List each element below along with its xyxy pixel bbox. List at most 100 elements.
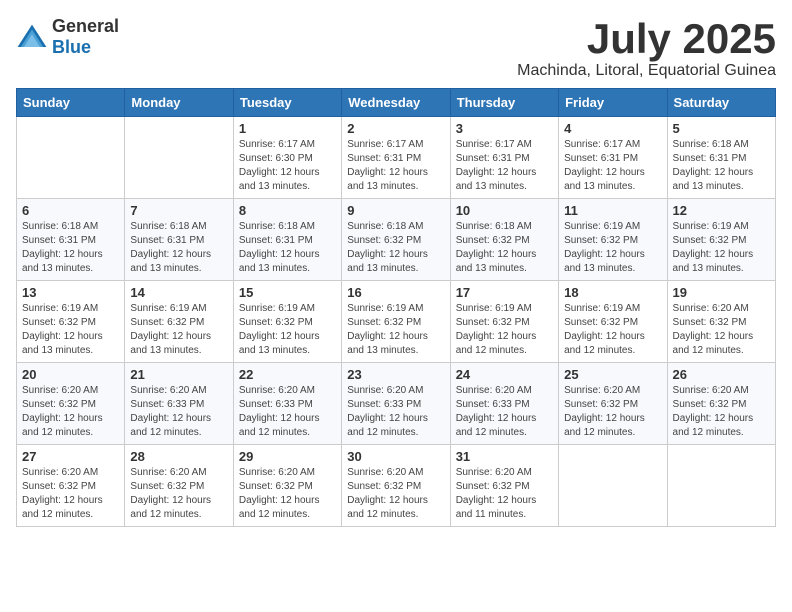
- day-number: 15: [239, 285, 336, 300]
- calendar-cell: 25 Sunrise: 6:20 AM Sunset: 6:32 PM Dayli…: [559, 363, 667, 445]
- logo-icon: [16, 23, 48, 51]
- day-detail: Sunrise: 6:18 AM Sunset: 6:31 PM Dayligh…: [22, 220, 119, 276]
- calendar-header: SundayMondayTuesdayWednesdayThursdayFrid…: [17, 89, 776, 117]
- day-number: 14: [130, 285, 227, 300]
- day-header-tuesday: Tuesday: [233, 89, 341, 117]
- day-number: 13: [22, 285, 119, 300]
- calendar-cell: 23 Sunrise: 6:20 AM Sunset: 6:33 PM Dayli…: [342, 363, 450, 445]
- day-detail: Sunrise: 6:20 AM Sunset: 6:33 PM Dayligh…: [456, 384, 553, 440]
- calendar-cell: 31 Sunrise: 6:20 AM Sunset: 6:32 PM Dayli…: [450, 445, 558, 527]
- day-detail: Sunrise: 6:17 AM Sunset: 6:31 PM Dayligh…: [347, 138, 444, 194]
- calendar-week-4: 20 Sunrise: 6:20 AM Sunset: 6:32 PM Dayli…: [17, 363, 776, 445]
- calendar-table: SundayMondayTuesdayWednesdayThursdayFrid…: [16, 88, 776, 527]
- day-detail: Sunrise: 6:19 AM Sunset: 6:32 PM Dayligh…: [239, 302, 336, 358]
- day-number: 23: [347, 367, 444, 382]
- day-detail: Sunrise: 6:19 AM Sunset: 6:32 PM Dayligh…: [456, 302, 553, 358]
- day-number: 31: [456, 449, 553, 464]
- day-number: 6: [22, 203, 119, 218]
- logo-text: General Blue: [52, 16, 119, 58]
- day-detail: Sunrise: 6:20 AM Sunset: 6:32 PM Dayligh…: [347, 466, 444, 522]
- logo-blue: Blue: [52, 37, 91, 57]
- calendar-cell: 16Sunrise: 6:19 AM Sunset: 6:32 PM Dayli…: [342, 281, 450, 363]
- calendar-cell: 10 Sunrise: 6:18 AM Sunset: 6:32 PM Dayli…: [450, 199, 558, 281]
- day-detail: Sunrise: 6:18 AM Sunset: 6:32 PM Dayligh…: [456, 220, 553, 276]
- day-detail: Sunrise: 6:20 AM Sunset: 6:33 PM Dayligh…: [130, 384, 227, 440]
- day-number: 20: [22, 367, 119, 382]
- day-detail: Sunrise: 6:19 AM Sunset: 6:32 PM Dayligh…: [347, 302, 444, 358]
- day-detail: Sunrise: 6:20 AM Sunset: 6:32 PM Dayligh…: [564, 384, 661, 440]
- calendar-cell: 13 Sunrise: 6:19 AM Sunset: 6:32 PM Dayli…: [17, 281, 125, 363]
- day-detail: Sunrise: 6:17 AM Sunset: 6:31 PM Dayligh…: [456, 138, 553, 194]
- calendar-cell: 8 Sunrise: 6:18 AM Sunset: 6:31 PM Daylig…: [233, 199, 341, 281]
- day-detail: Sunrise: 6:20 AM Sunset: 6:32 PM Dayligh…: [456, 466, 553, 522]
- calendar-cell: 6 Sunrise: 6:18 AM Sunset: 6:31 PM Daylig…: [17, 199, 125, 281]
- title-area: July 2025 Machinda, Litoral, Equatorial …: [517, 16, 776, 80]
- day-number: 29: [239, 449, 336, 464]
- day-number: 21: [130, 367, 227, 382]
- day-detail: Sunrise: 6:20 AM Sunset: 6:32 PM Dayligh…: [673, 302, 770, 358]
- day-detail: Sunrise: 6:18 AM Sunset: 6:31 PM Dayligh…: [130, 220, 227, 276]
- calendar-cell: 15 Sunrise: 6:19 AM Sunset: 6:32 PM Dayli…: [233, 281, 341, 363]
- day-detail: Sunrise: 6:20 AM Sunset: 6:32 PM Dayligh…: [673, 384, 770, 440]
- calendar-cell: 20 Sunrise: 6:20 AM Sunset: 6:32 PM Dayli…: [17, 363, 125, 445]
- day-detail: Sunrise: 6:20 AM Sunset: 6:33 PM Dayligh…: [239, 384, 336, 440]
- calendar-cell: 5Sunrise: 6:18 AM Sunset: 6:31 PM Daylig…: [667, 117, 775, 199]
- day-number: 10: [456, 203, 553, 218]
- calendar-cell: 30 Sunrise: 6:20 AM Sunset: 6:32 PM Dayli…: [342, 445, 450, 527]
- day-number: 7: [130, 203, 227, 218]
- calendar-cell: 11 Sunrise: 6:19 AM Sunset: 6:32 PM Dayli…: [559, 199, 667, 281]
- day-header-wednesday: Wednesday: [342, 89, 450, 117]
- day-detail: Sunrise: 6:19 AM Sunset: 6:32 PM Dayligh…: [564, 220, 661, 276]
- day-number: 28: [130, 449, 227, 464]
- day-number: 12: [673, 203, 770, 218]
- calendar-week-3: 13 Sunrise: 6:19 AM Sunset: 6:32 PM Dayli…: [17, 281, 776, 363]
- calendar-cell: 22 Sunrise: 6:20 AM Sunset: 6:33 PM Dayli…: [233, 363, 341, 445]
- day-number: 19: [673, 285, 770, 300]
- calendar-cell: [125, 117, 233, 199]
- day-number: 9: [347, 203, 444, 218]
- calendar-week-5: 27 Sunrise: 6:20 AM Sunset: 6:32 PM Dayli…: [17, 445, 776, 527]
- day-header-friday: Friday: [559, 89, 667, 117]
- calendar-cell: 26Sunrise: 6:20 AM Sunset: 6:32 PM Dayli…: [667, 363, 775, 445]
- calendar-cell: 4Sunrise: 6:17 AM Sunset: 6:31 PM Daylig…: [559, 117, 667, 199]
- calendar-cell: [667, 445, 775, 527]
- day-detail: Sunrise: 6:18 AM Sunset: 6:31 PM Dayligh…: [239, 220, 336, 276]
- day-detail: Sunrise: 6:19 AM Sunset: 6:32 PM Dayligh…: [673, 220, 770, 276]
- day-number: 11: [564, 203, 661, 218]
- calendar-body: 1Sunrise: 6:17 AM Sunset: 6:30 PM Daylig…: [17, 117, 776, 527]
- calendar-cell: 9 Sunrise: 6:18 AM Sunset: 6:32 PM Daylig…: [342, 199, 450, 281]
- day-detail: Sunrise: 6:20 AM Sunset: 6:32 PM Dayligh…: [239, 466, 336, 522]
- calendar-cell: 12 Sunrise: 6:19 AM Sunset: 6:32 PM Dayli…: [667, 199, 775, 281]
- day-detail: Sunrise: 6:19 AM Sunset: 6:32 PM Dayligh…: [22, 302, 119, 358]
- calendar-cell: 28Sunrise: 6:20 AM Sunset: 6:32 PM Dayli…: [125, 445, 233, 527]
- day-detail: Sunrise: 6:18 AM Sunset: 6:32 PM Dayligh…: [347, 220, 444, 276]
- calendar-cell: 2Sunrise: 6:17 AM Sunset: 6:31 PM Daylig…: [342, 117, 450, 199]
- day-number: 25: [564, 367, 661, 382]
- calendar-cell: 14 Sunrise: 6:19 AM Sunset: 6:32 PM Dayli…: [125, 281, 233, 363]
- day-header-sunday: Sunday: [17, 89, 125, 117]
- day-number: 8: [239, 203, 336, 218]
- day-detail: Sunrise: 6:20 AM Sunset: 6:32 PM Dayligh…: [22, 384, 119, 440]
- day-number: 5: [673, 121, 770, 136]
- day-number: 30: [347, 449, 444, 464]
- day-detail: Sunrise: 6:20 AM Sunset: 6:33 PM Dayligh…: [347, 384, 444, 440]
- day-number: 17: [456, 285, 553, 300]
- day-number: 27: [22, 449, 119, 464]
- day-number: 22: [239, 367, 336, 382]
- calendar-cell: 24 Sunrise: 6:20 AM Sunset: 6:33 PM Dayli…: [450, 363, 558, 445]
- day-number: 24: [456, 367, 553, 382]
- day-header-thursday: Thursday: [450, 89, 558, 117]
- day-detail: Sunrise: 6:19 AM Sunset: 6:32 PM Dayligh…: [130, 302, 227, 358]
- calendar-cell: 21 Sunrise: 6:20 AM Sunset: 6:33 PM Dayli…: [125, 363, 233, 445]
- calendar-cell: 19 Sunrise: 6:20 AM Sunset: 6:32 PM Dayli…: [667, 281, 775, 363]
- page-title: July 2025: [517, 16, 776, 62]
- calendar-cell: 17 Sunrise: 6:19 AM Sunset: 6:32 PM Dayli…: [450, 281, 558, 363]
- calendar-cell: 3Sunrise: 6:17 AM Sunset: 6:31 PM Daylig…: [450, 117, 558, 199]
- day-header-monday: Monday: [125, 89, 233, 117]
- calendar-cell: 18Sunrise: 6:19 AM Sunset: 6:32 PM Dayli…: [559, 281, 667, 363]
- calendar-cell: 27Sunrise: 6:20 AM Sunset: 6:32 PM Dayli…: [17, 445, 125, 527]
- calendar-week-1: 1Sunrise: 6:17 AM Sunset: 6:30 PM Daylig…: [17, 117, 776, 199]
- calendar-cell: 1Sunrise: 6:17 AM Sunset: 6:30 PM Daylig…: [233, 117, 341, 199]
- logo-general: General: [52, 16, 119, 36]
- day-detail: Sunrise: 6:19 AM Sunset: 6:32 PM Dayligh…: [564, 302, 661, 358]
